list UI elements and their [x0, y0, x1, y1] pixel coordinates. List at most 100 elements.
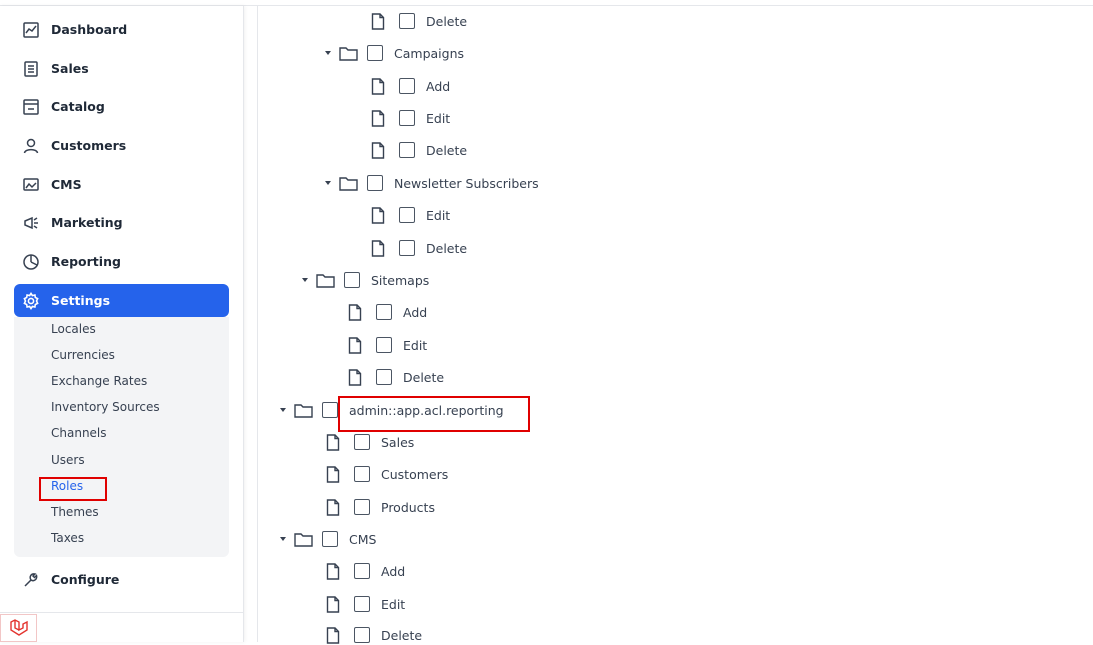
sales-icon — [21, 59, 41, 79]
submenu-item-currencies[interactable]: Currencies — [51, 348, 115, 362]
permission-checkbox[interactable] — [376, 304, 392, 320]
folder-icon — [316, 272, 336, 288]
sidebar-item-sales[interactable]: Sales — [14, 52, 229, 85]
tree-row: Delete — [371, 140, 467, 160]
file-icon — [326, 595, 342, 613]
tree-row-label: Newsletter Subscribers — [394, 175, 539, 191]
sidebar-item-label: Marketing — [51, 215, 123, 230]
tree-row-label: Edit — [426, 207, 451, 223]
permission-checkbox[interactable] — [354, 466, 370, 482]
tree-row: Newsletter Subscribers — [323, 173, 539, 193]
cms-icon — [21, 175, 41, 195]
tree-row-label: Delete — [426, 13, 468, 29]
submenu-item-users[interactable]: Users — [51, 453, 85, 467]
tree-row: Campaigns — [323, 43, 464, 63]
tree-row-label: Add — [381, 563, 406, 579]
permission-checkbox[interactable] — [322, 402, 338, 418]
permission-checkbox[interactable] — [399, 207, 415, 223]
submenu-item-channels[interactable]: Channels — [51, 426, 107, 440]
sidebar-item-label: Sales — [51, 61, 89, 76]
tree-row-label: Campaigns — [394, 45, 465, 61]
sidebar-item-marketing[interactable]: Marketing — [14, 206, 229, 239]
file-icon — [371, 141, 387, 159]
sidebar-item-label: Configure — [51, 572, 120, 587]
tree-row-label: Add — [403, 304, 428, 320]
tree-row: Add — [371, 76, 450, 96]
file-icon — [326, 498, 342, 516]
tree-row: Add — [326, 561, 405, 581]
tree-row: Edit — [371, 108, 450, 128]
submenu-item-locales[interactable]: Locales — [51, 322, 96, 336]
caret-down-icon[interactable] — [300, 275, 310, 285]
highlight-box-roles — [39, 477, 107, 501]
tree-row: Delete — [348, 367, 444, 387]
tree-row: Sitemaps — [300, 270, 429, 290]
permission-checkbox[interactable] — [344, 272, 360, 288]
tree-row-label: Add — [426, 78, 451, 94]
tree-row: Edit — [371, 205, 450, 225]
sidebar-item-customers[interactable]: Customers — [14, 129, 229, 162]
tree-row: Customers — [326, 464, 448, 484]
tree-row-label: Delete — [381, 627, 423, 643]
tree-row-label: Edit — [403, 337, 428, 353]
highlight-box-reporting — [338, 396, 530, 432]
permission-checkbox[interactable] — [367, 45, 383, 61]
submenu-item-themes[interactable]: Themes — [51, 505, 99, 519]
sidebar-item-reporting[interactable]: Reporting — [14, 245, 229, 278]
sidebar-item-settings[interactable]: Settings — [14, 284, 229, 317]
caret-down-icon[interactable] — [278, 534, 288, 544]
sidebar-item-catalog[interactable]: Catalog — [14, 90, 229, 123]
sidebar-item-dashboard[interactable]: Dashboard — [14, 13, 229, 46]
file-icon — [326, 433, 342, 451]
file-icon — [326, 562, 342, 580]
tree-row-label: Products — [381, 499, 435, 515]
permission-checkbox[interactable] — [399, 240, 415, 256]
permission-checkbox[interactable] — [399, 142, 415, 158]
tree-row-label: Delete — [426, 240, 468, 256]
file-icon — [371, 77, 387, 95]
tree-row-label: CMS — [349, 531, 377, 547]
folder-icon — [339, 45, 359, 61]
sidebar-item-cms[interactable]: CMS — [14, 168, 229, 201]
permission-checkbox[interactable] — [399, 13, 415, 29]
submenu-item-taxes[interactable]: Taxes — [51, 531, 84, 545]
permission-checkbox[interactable] — [354, 563, 370, 579]
submenu-item-exchange-rates[interactable]: Exchange Rates — [51, 374, 147, 388]
permission-checkbox[interactable] — [376, 369, 392, 385]
sidebar-item-configure[interactable]: Configure — [14, 563, 229, 596]
file-icon — [371, 109, 387, 127]
permission-checkbox[interactable] — [354, 596, 370, 612]
catalog-icon — [21, 97, 41, 117]
permission-checkbox[interactable] — [322, 531, 338, 547]
sidebar: Dashboard Sales Catalog Customers CMS Ma… — [0, 6, 244, 642]
caret-down-icon[interactable] — [323, 48, 333, 58]
tree-row: Products — [326, 497, 435, 517]
permission-checkbox[interactable] — [367, 175, 383, 191]
tree-row: CMS — [278, 529, 376, 549]
tree-row-label: Delete — [426, 142, 468, 158]
tree-row: Edit — [348, 335, 427, 355]
permission-checkbox[interactable] — [376, 337, 392, 353]
file-icon — [326, 465, 342, 483]
tree-row: Delete — [326, 625, 422, 645]
settings-icon — [21, 291, 41, 311]
tree-row-label: Edit — [426, 110, 451, 126]
caret-down-icon[interactable] — [278, 405, 288, 415]
sidebar-divider — [0, 612, 244, 613]
sidebar-item-label: Reporting — [51, 254, 121, 269]
file-icon — [348, 303, 364, 321]
permission-checkbox[interactable] — [399, 78, 415, 94]
caret-down-icon[interactable] — [323, 178, 333, 188]
configure-icon — [21, 570, 41, 590]
permission-checkbox[interactable] — [354, 499, 370, 515]
tree-row-label: Customers — [381, 466, 449, 482]
tree-row: Edit — [326, 594, 405, 614]
sidebar-item-label: CMS — [51, 177, 82, 192]
permission-checkbox[interactable] — [399, 110, 415, 126]
submenu-item-inventory-sources[interactable]: Inventory Sources — [51, 400, 160, 414]
permission-checkbox[interactable] — [354, 627, 370, 643]
tree-row-label: Delete — [403, 369, 445, 385]
file-icon — [371, 239, 387, 257]
tree-row-label: Edit — [381, 596, 406, 612]
permission-checkbox[interactable] — [354, 434, 370, 450]
